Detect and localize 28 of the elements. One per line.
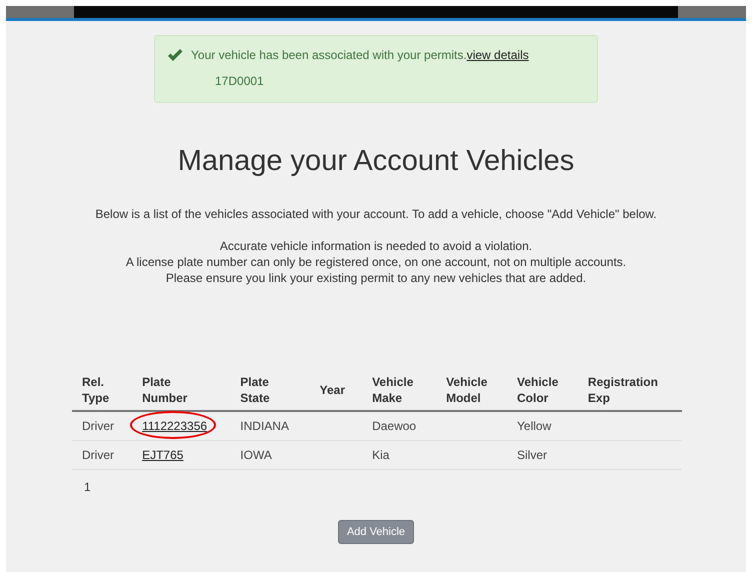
column-header: Plate Number (142, 374, 188, 406)
table-cell: Driver (82, 448, 114, 462)
column-header: Rel. Type (82, 374, 110, 406)
permit-number: 17D0001 (215, 74, 264, 88)
alert-message: Your vehicle has been associated with your permits. (191, 48, 467, 62)
table-cell: IOWA (240, 448, 272, 462)
view-details-link[interactable]: view details (466, 48, 529, 62)
page-title: Manage your Account Vehicles (176, 145, 576, 178)
plate-link[interactable]: EJT765 (142, 448, 184, 462)
table-cell: Daewoo (372, 419, 416, 433)
column-header: Vehicle Make (372, 374, 414, 406)
notice-text: Accurate vehicle information is needed to avoid a violation. (218, 238, 534, 254)
table-cell: Kia (372, 448, 390, 462)
column-header: Plate State (240, 374, 270, 406)
notice-text: A license plate number can only be registered once, on one account, not on multiple accounts. (124, 254, 628, 270)
column-header: Vehicle Model (446, 374, 488, 406)
table-cell: Driver (82, 419, 114, 433)
table-cell: Silver (517, 448, 548, 462)
plate-link[interactable]: 1112223356 (142, 419, 208, 433)
notice-text: Please ensure you link your existing permit to any new vehicles that are added. (164, 270, 588, 286)
table-cell: INDIANA (240, 419, 289, 433)
checkmark-icon (167, 48, 183, 62)
intro-text: Below is a list of the vehicles associated with your account. To add a vehicle, choose "Add Vehicle" below. (94, 206, 658, 222)
column-header: Registration Exp (588, 374, 658, 406)
column-header: Vehicle Color (517, 374, 558, 406)
column-header: Year (320, 382, 346, 398)
page-number[interactable]: 1 (84, 480, 91, 494)
table-cell: Yellow (517, 419, 552, 433)
